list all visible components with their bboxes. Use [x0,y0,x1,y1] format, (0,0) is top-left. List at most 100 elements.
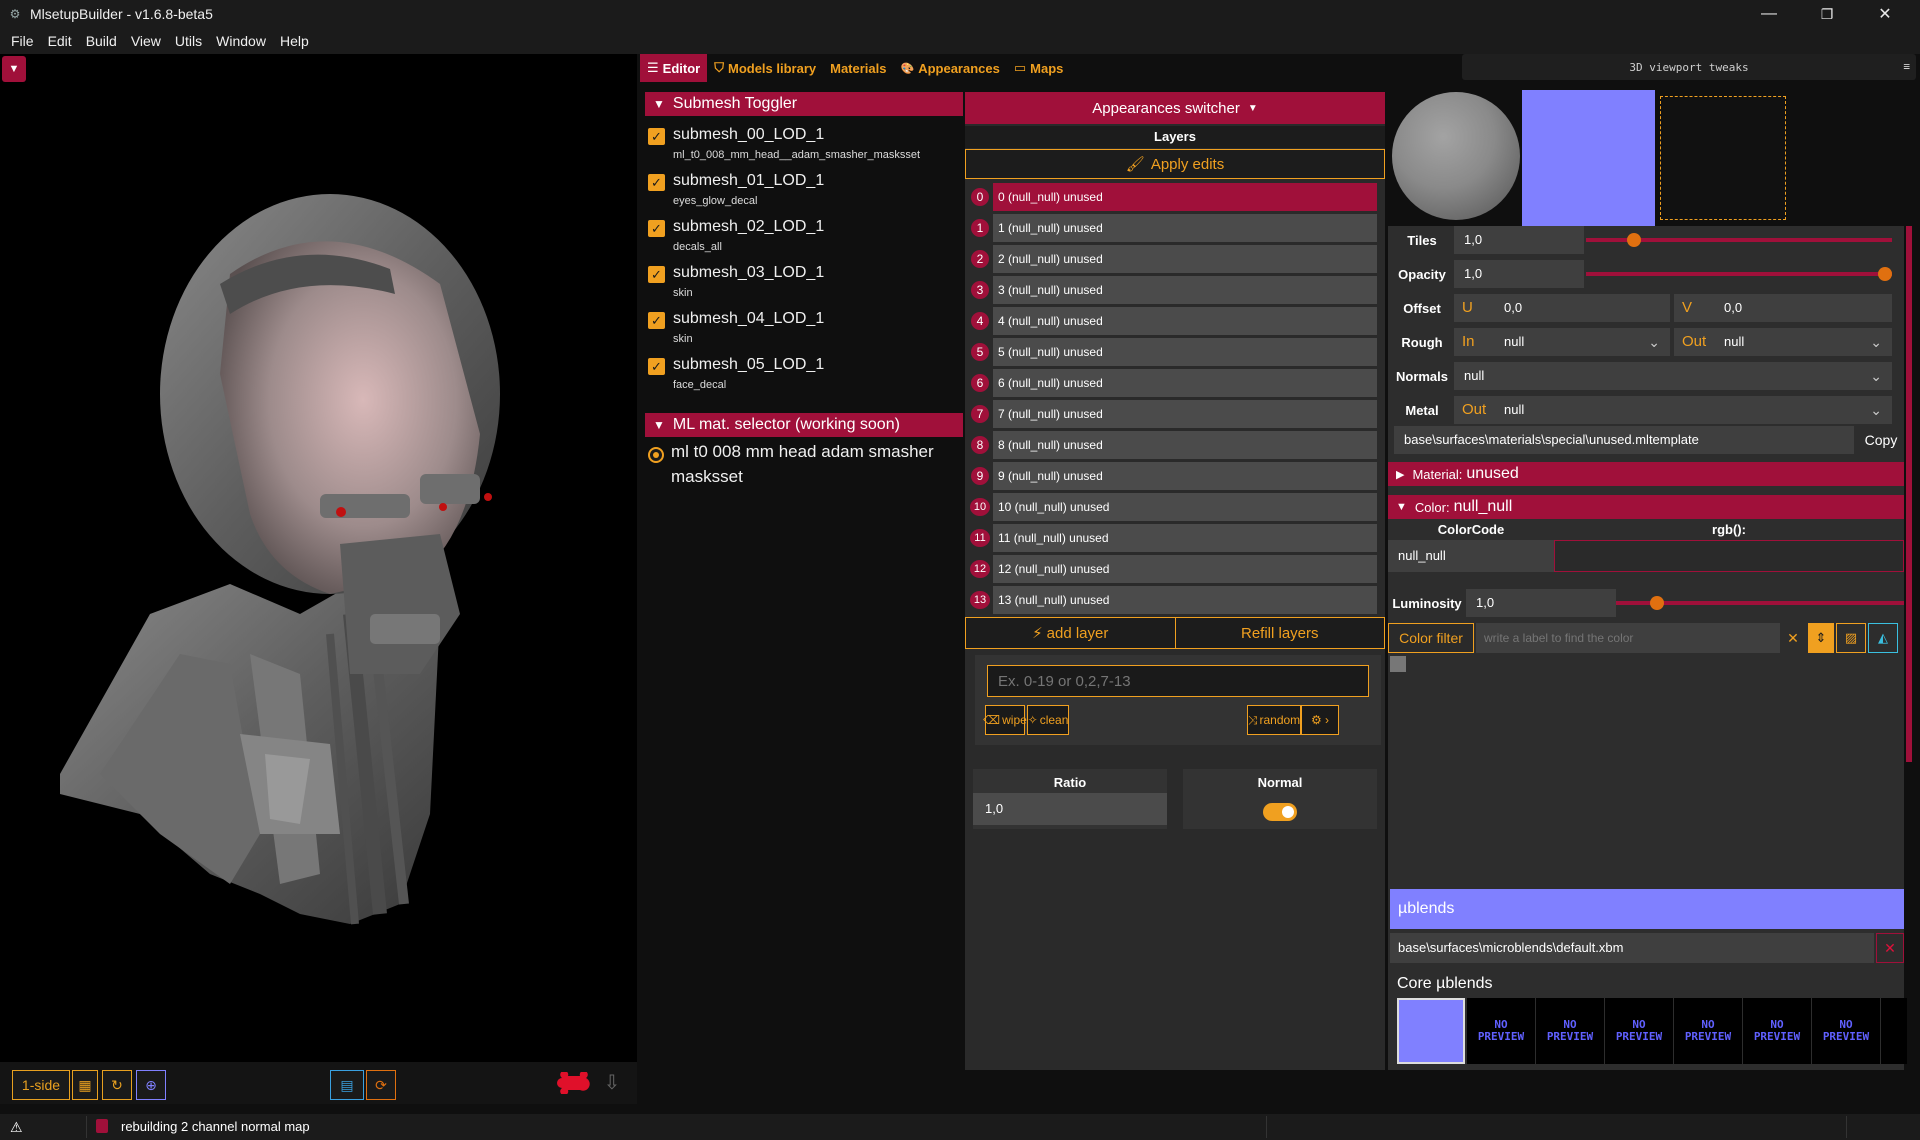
ratio-input[interactable]: 1,0 [973,793,1167,825]
layer-row[interactable]: 13 13 (null_null) unused [970,586,1377,614]
submesh-item[interactable]: ✓ submesh_03_LOD_1 skin [645,260,963,306]
viewport-tweaks-button[interactable]: 3D viewport tweaks ≡ [1462,54,1916,80]
submesh-item[interactable]: ✓ submesh_00_LOD_1 ml_t0_008_mm_head__adam… [645,122,963,168]
checkbox-checked-icon[interactable]: ✓ [648,174,665,191]
layer-row[interactable]: 66 (null_null) unused [971,369,1377,397]
ublend-thumbnail[interactable]: NO PREVIEW [1812,998,1880,1064]
layer-row[interactable]: 77 (null_null) unused [971,400,1377,428]
wipe-button[interactable]: ⌫ wipe [983,705,1027,735]
restore-button[interactable]: ❐ [1798,0,1856,28]
checkbox-checked-icon[interactable]: ✓ [648,266,665,283]
layer-row[interactable]: 10 10 (null_null) unused [970,493,1377,521]
layer-range-input[interactable] [987,665,1369,697]
layer-row[interactable]: 44 (null_null) unused [971,307,1377,335]
menu-window[interactable]: Window [209,33,273,49]
menu-help[interactable]: Help [273,33,316,49]
clear-filter-icon[interactable]: ✕ [1780,623,1806,653]
bone-icon[interactable] [556,1070,592,1096]
metal-out-select[interactable]: null ⌄ [1494,396,1892,424]
ml-option[interactable]: ml t0 008 mm head adam smasher masksset [671,439,961,489]
colorcode-value[interactable]: null_null [1388,540,1554,572]
opacity-slider-knob[interactable] [1878,267,1892,281]
tiles-slider-knob[interactable] [1627,233,1641,247]
ublend-thumbnail[interactable] [1881,998,1907,1064]
radio-selected[interactable] [648,447,664,463]
layer-row[interactable]: 00 (null_null) unused [971,183,1377,211]
submesh-item[interactable]: ✓ submesh_01_LOD_1 eyes_glow_decal [645,168,963,214]
tab-models-library[interactable]: ⛉ Models library [707,54,823,82]
layout-icon[interactable]: ▤ [330,1070,364,1100]
opacity-input[interactable]: 1,0 [1454,260,1584,288]
ublend-thumbnail[interactable]: NO PREVIEW [1605,998,1673,1064]
submesh-item[interactable]: ✓ submesh_02_LOD_1 decals_all [645,214,963,260]
menu-utils[interactable]: Utils [168,33,209,49]
layer-row[interactable]: 99 (null_null) unused [971,462,1377,490]
tab-materials[interactable]: Materials [823,54,893,82]
sort-icon[interactable]: ⇕ [1808,623,1834,653]
clean-button[interactable]: ✧ clean [1027,705,1069,735]
menu-view[interactable]: View [124,33,168,49]
appearances-switcher[interactable]: Appearances switcher ▼ [965,92,1385,124]
checkbox-checked-icon[interactable]: ✓ [648,220,665,237]
luminosity-slider-knob[interactable] [1650,596,1664,610]
submesh-toggler-header[interactable]: ▼ Submesh Toggler [645,92,963,116]
rough-in-select[interactable]: null ⌄ [1494,328,1670,356]
layer-row[interactable]: 55 (null_null) unused [971,338,1377,366]
reload-icon[interactable]: ⟳ [366,1070,396,1100]
download-icon[interactable]: ⇩ [596,1070,628,1096]
layer-row[interactable]: 12 12 (null_null) unused [970,555,1377,583]
copy-button[interactable]: Copy [1858,426,1904,454]
side-toggle-button[interactable]: 1-side [12,1070,70,1100]
wireframe-icon[interactable]: ▦ [72,1070,98,1100]
menu-build[interactable]: Build [79,33,124,49]
add-layer-button[interactable]: ⚡ add layer [966,618,1176,648]
clear-ublend-icon[interactable]: ✕ [1876,933,1904,963]
ublend-thumbnail[interactable]: NO PREVIEW [1536,998,1604,1064]
offset-v-input[interactable]: 0,0 [1714,294,1892,322]
random-button[interactable]: ⤨ random [1247,705,1301,735]
rgb-swatch[interactable] [1554,540,1904,572]
properties-scrollbar[interactable] [1906,226,1912,762]
close-button[interactable]: ✕ [1856,0,1914,28]
settings-dropdown-button[interactable]: ⚙ › [1301,705,1339,735]
layer-row[interactable]: 11 11 (null_null) unused [970,524,1377,552]
eraser-icon[interactable]: ◭ [1868,623,1898,653]
apply-edits-button[interactable]: 🖌 Apply edits [965,149,1385,179]
center-icon[interactable]: ⊕ [136,1070,166,1100]
submesh-item[interactable]: ✓ submesh_05_LOD_1 face_decal [645,352,963,398]
layer-row[interactable]: 33 (null_null) unused [971,276,1377,304]
rough-out-select[interactable]: null ⌄ [1714,328,1892,356]
refill-layers-button[interactable]: Refill layers [1176,618,1385,648]
menu-edit[interactable]: Edit [41,33,79,49]
checkbox-checked-icon[interactable]: ✓ [648,312,665,329]
checkbox-checked-icon[interactable]: ✓ [648,128,665,145]
ublend-thumbnail[interactable]: NO PREVIEW [1674,998,1742,1064]
ublend-thumbnail[interactable]: NO PREVIEW [1467,998,1535,1064]
tab-editor[interactable]: ☰ Editor [640,54,708,82]
menu-file[interactable]: File [4,33,41,49]
submesh-item[interactable]: ✓ submesh_04_LOD_1 skin [645,306,963,352]
color-swatch-item[interactable] [1390,656,1406,672]
layer-row[interactable]: 88 (null_null) unused [971,431,1377,459]
refresh-icon[interactable]: ↻ [102,1070,132,1100]
color-section-header[interactable]: ▼ Color: null_null [1388,495,1904,519]
layer-row[interactable]: 11 (null_null) unused [971,214,1377,242]
ml-selector-header[interactable]: ▼ ML mat. selector (working soon) [645,413,963,437]
tiles-input[interactable]: 1,0 [1454,226,1584,254]
color-filter-input[interactable] [1476,623,1780,653]
luminosity-input[interactable]: 1,0 [1466,589,1616,617]
minimize-button[interactable]: — [1740,0,1798,28]
ublends-path-field[interactable]: base\surfaces\microblends\default.xbm [1390,933,1874,963]
layer-row[interactable]: 22 (null_null) unused [971,245,1377,273]
tab-maps[interactable]: ▭ Maps [1007,54,1071,82]
normal-toggle[interactable] [1263,803,1297,821]
material-path-field[interactable]: base\surfaces\materials\special\unused.m… [1394,426,1854,454]
normals-select[interactable]: null ⌄ [1454,362,1892,390]
ublend-thumbnail[interactable]: NO PREVIEW [1743,998,1811,1064]
tab-appearances[interactable]: 🎨 Appearances [894,54,1007,82]
ublend-thumbnail[interactable] [1397,998,1465,1064]
checkbox-checked-icon[interactable]: ✓ [648,358,665,375]
offset-u-input[interactable]: 0,0 [1494,294,1670,322]
empty-preview-slot[interactable] [1660,96,1786,220]
material-section-header[interactable]: ▶ Material: unused [1388,462,1904,486]
